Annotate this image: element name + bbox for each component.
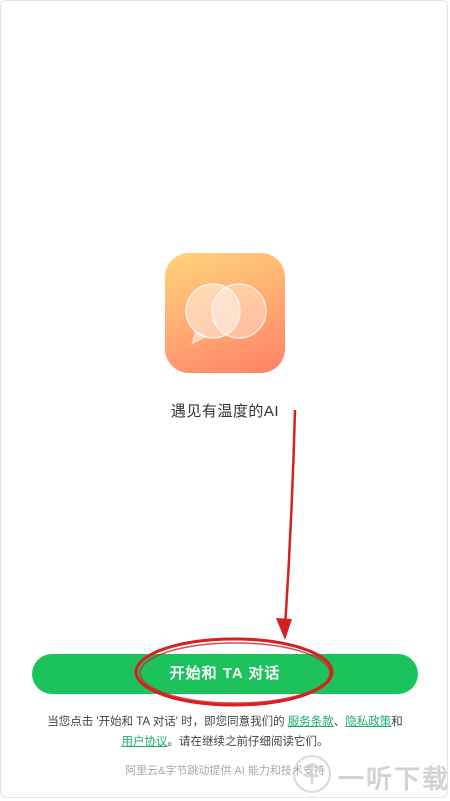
privacy-policy-link[interactable]: 隐私政策: [345, 716, 391, 728]
watermark-logo-icon: [293, 755, 331, 793]
app-logo: [165, 253, 285, 373]
watermark-text: 一听下载: [338, 764, 450, 794]
consent-text: 当您点击 '开始和 TA 对话' 时，即您同意我们的 服务条款、隐私政策和用户协…: [30, 712, 420, 752]
consent-separator: 、: [333, 716, 346, 728]
terms-of-service-link[interactable]: 服务条款: [288, 716, 334, 728]
user-agreement-link[interactable]: 用户协议: [122, 736, 168, 748]
consent-suffix: 。请在继续之前仔细阅读它们。: [167, 736, 329, 748]
watermark: 一听下载: [290, 752, 450, 798]
start-chat-button[interactable]: 开始和 TA 对话: [32, 654, 418, 694]
chat-bubbles-icon: [185, 283, 267, 345]
tagline: 遇见有温度的AI: [170, 403, 280, 420]
consent-prefix: 当您点击 '开始和 TA 对话' 时，即您同意我们的: [47, 716, 288, 728]
consent-and: 和: [391, 716, 403, 728]
